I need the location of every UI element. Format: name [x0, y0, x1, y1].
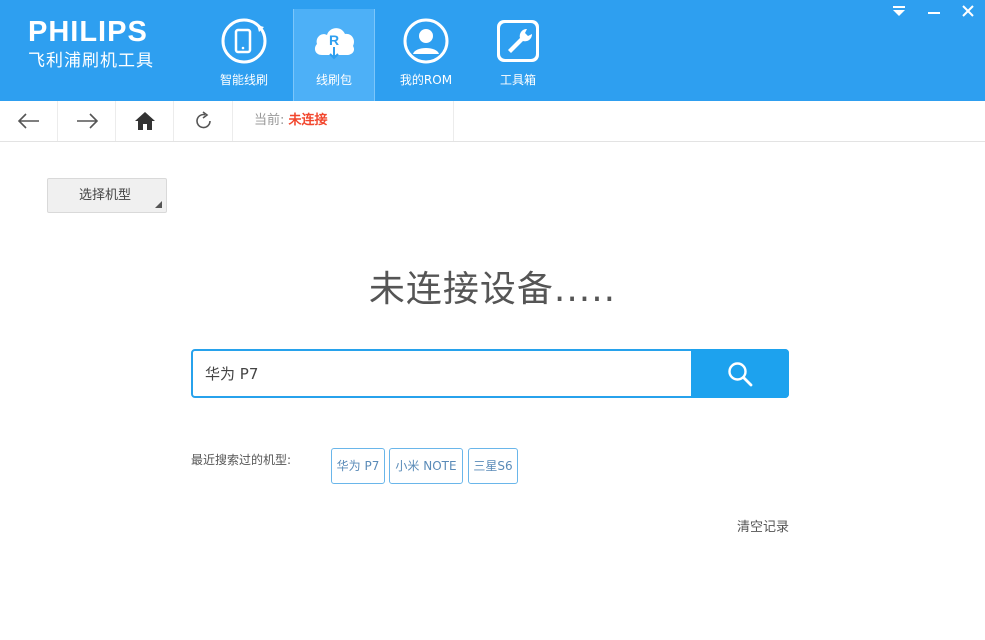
- nav-label: 我的ROM: [399, 73, 453, 87]
- dropdown-menu-icon[interactable]: [889, 3, 909, 19]
- recent-searches-label: 最近搜索过的机型:: [191, 453, 292, 467]
- search-box: [191, 349, 789, 398]
- nav-my-rom[interactable]: 我的ROM: [385, 0, 467, 101]
- minimize-icon[interactable]: [924, 3, 944, 19]
- home-icon: [134, 112, 155, 130]
- close-icon[interactable]: [958, 3, 978, 19]
- nav-smart-flash[interactable]: 智能线刷: [203, 0, 285, 101]
- brand-subtitle: 飞利浦刷机工具: [28, 51, 154, 71]
- arrow-left-icon: [17, 113, 39, 129]
- search-button[interactable]: [691, 349, 789, 398]
- forward-button[interactable]: [58, 101, 116, 141]
- recent-chip[interactable]: 华为 P7: [331, 448, 385, 484]
- brand-name: PHILIPS: [28, 16, 148, 48]
- page-title: 未连接设备.....: [368, 269, 617, 310]
- recent-chip[interactable]: 三星S6: [468, 448, 518, 484]
- refresh-icon: [195, 111, 211, 129]
- home-button[interactable]: [116, 101, 174, 141]
- connection-status: 当前: 未连接: [234, 101, 454, 141]
- select-model-label: 选择机型: [79, 188, 132, 203]
- nav-toolbox[interactable]: 工具箱: [477, 0, 559, 101]
- wrench-icon: [497, 20, 539, 62]
- navigation-toolbar: 当前: 未连接: [0, 101, 985, 142]
- clear-history-link[interactable]: 清空记录: [737, 516, 789, 535]
- svg-text:R: R: [329, 32, 339, 48]
- arrow-right-icon: [76, 113, 98, 129]
- nav-label: 线刷包: [315, 73, 352, 87]
- status-value: 未连接: [288, 113, 328, 128]
- status-prefix: 当前:: [254, 113, 285, 128]
- nav-flash-package[interactable]: R 线刷包: [293, 9, 375, 101]
- nav-label: 智能线刷: [219, 73, 268, 87]
- select-model-button[interactable]: 选择机型: [47, 178, 167, 213]
- search-input[interactable]: [193, 351, 691, 396]
- user-icon: [403, 18, 449, 64]
- phone-refresh-icon: [221, 18, 267, 64]
- corner-triangle-icon: [155, 201, 162, 208]
- refresh-button[interactable]: [175, 101, 233, 141]
- nav-label: 工具箱: [499, 73, 536, 87]
- cloud-download-icon: R: [314, 28, 355, 60]
- brand-logo: PHILIPS 飞利浦刷机工具: [28, 17, 154, 71]
- app-header: PHILIPS 飞利浦刷机工具 智能线刷 R 线刷包 我的ROM 工具箱: [0, 0, 985, 101]
- recent-chip[interactable]: 小米 NOTE: [389, 448, 463, 484]
- back-button[interactable]: [0, 101, 58, 141]
- search-icon: [728, 361, 753, 386]
